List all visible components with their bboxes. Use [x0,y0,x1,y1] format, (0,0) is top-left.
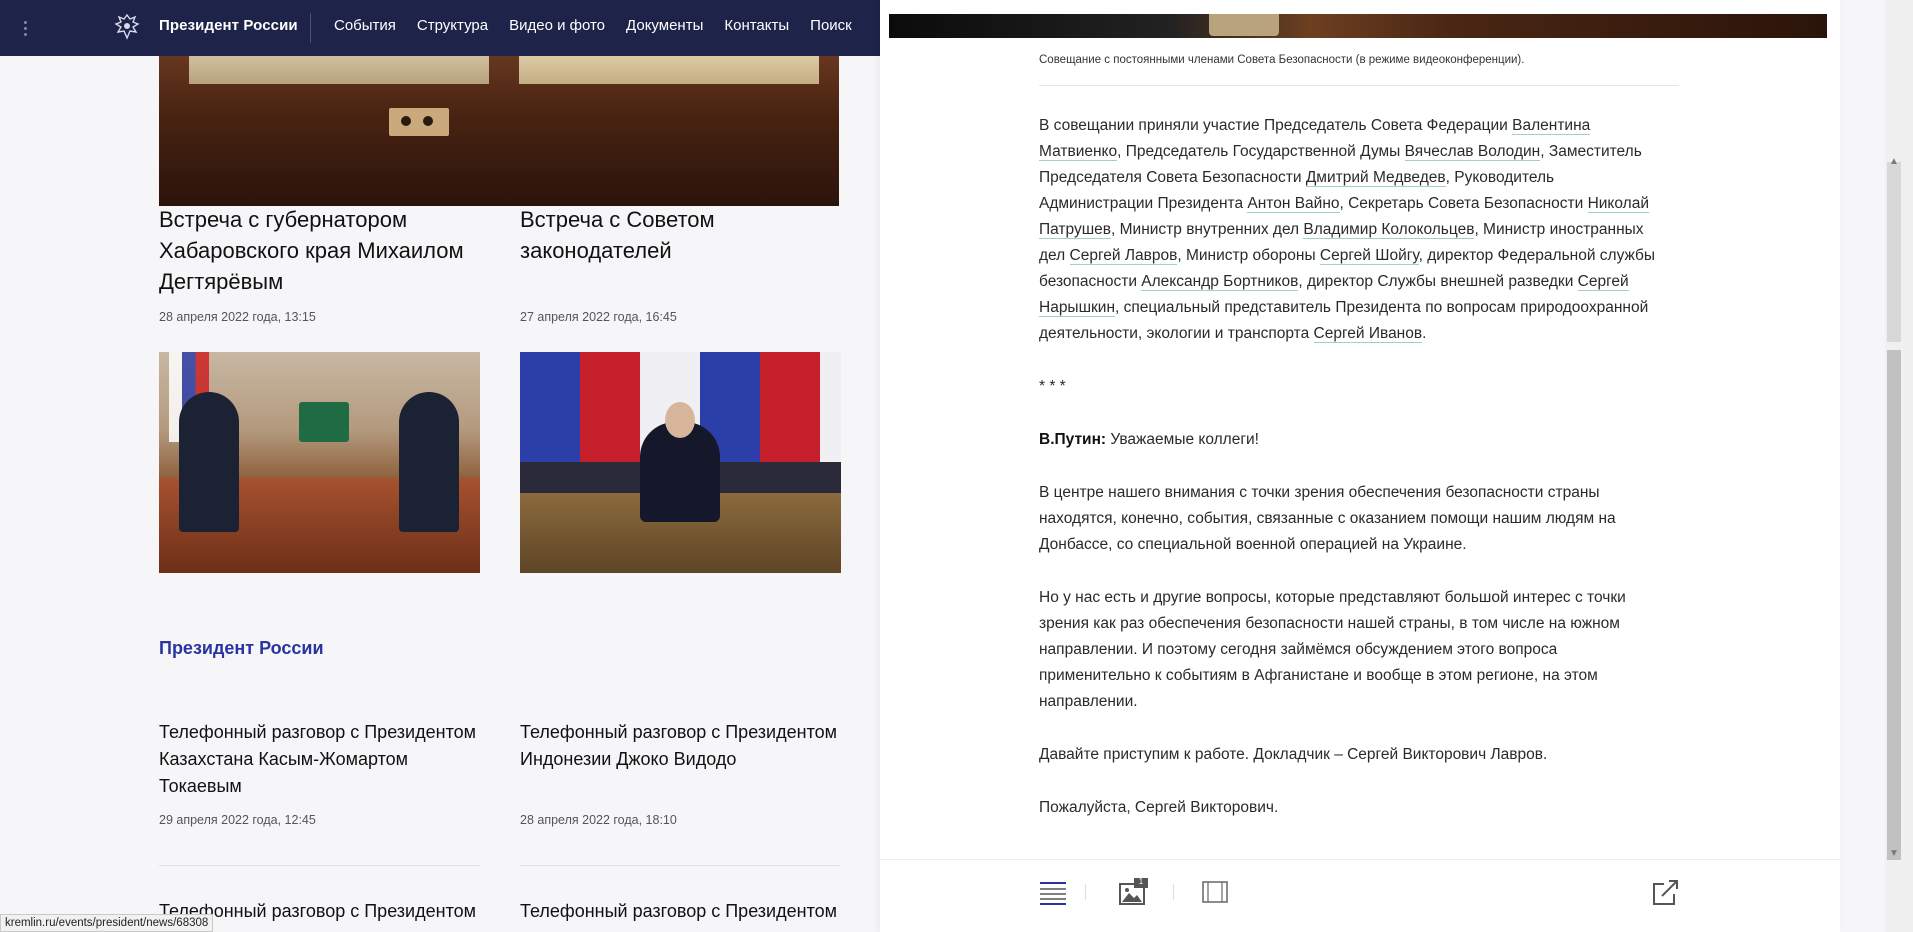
person-link[interactable]: Вячеслав Володин [1404,143,1541,161]
scroll-region [1887,162,1901,342]
text: , Министр внутренних дел [1111,221,1304,238]
scroll-down-icon[interactable]: ▼ [1888,848,1900,859]
divider [159,865,480,866]
person-link[interactable]: Сергей Иванов [1313,325,1423,343]
news-title-line: законодателей [520,238,672,263]
scroll-thumb[interactable] [1887,350,1901,860]
person-link[interactable]: Сергей Лавров [1069,247,1178,265]
image-detail [580,352,640,462]
text: В совещании приняли участие Председатель… [1039,117,1513,134]
news-thumbnail-1[interactable] [159,352,480,573]
news-title-line: Дегтярёвым [159,269,284,294]
image-detail [760,352,820,462]
left-column: Встреча с губернатором Хабаровского края… [0,56,880,932]
scrollbar[interactable]: ▲ ▼ [1885,0,1913,932]
menu-search[interactable]: Поиск [810,17,852,34]
speaker-name: В.Путин: [1039,431,1107,448]
news-date-1: 28 апреля 2022 года, 13:15 [159,310,316,324]
text: . [1422,325,1427,342]
text-view-icon[interactable] [1038,878,1068,906]
text: , Председатель Государственной Думы [1117,143,1405,160]
text: , директор Службы внешней разведки [1298,273,1578,290]
text: , Министр обороны [1177,247,1320,264]
news-title-line: Встреча с губернатором [159,207,408,232]
video-icon[interactable] [1200,878,1230,906]
speech-paragraph: Но у нас есть и другие вопросы, которые … [1039,589,1626,710]
image-detail [189,56,489,84]
image-detail [299,402,349,442]
person-link[interactable]: Антон Вайно [1247,195,1340,213]
speech-paragraph: Пожалуйста, Сергей Викторович. [1039,799,1279,816]
speech-paragraph: Давайте приступим к работе. Докладчик – … [1039,746,1548,763]
news-image-top[interactable] [159,56,839,206]
news-title-2[interactable]: Встреча с Советом законодателей [520,204,840,266]
menu-documents[interactable]: Документы [626,17,703,34]
speech-paragraph: В центре нашего внимания с точки зрения … [1039,484,1616,553]
phone-call-title-line: Казахстана Касым-Жомартом [159,749,409,769]
image-detail [519,56,819,84]
brand-link[interactable]: Президент России [159,17,298,34]
emblem-icon[interactable] [111,11,143,43]
phone-call-title-line: Телефонный разговор с Президентом [520,722,837,742]
image-detail [389,108,449,136]
toolbar-divider [1085,884,1086,900]
text: Уважаемые коллеги! [1106,431,1259,448]
news-title-1[interactable]: Встреча с губернатором Хабаровского края… [159,204,479,297]
section-title[interactable]: Президент России [159,638,324,659]
caption-divider [1039,85,1679,86]
phone-call-title-4[interactable]: Телефонный разговор с Президентом [520,898,840,925]
menu-video-photo[interactable]: Видео и фото [509,17,605,34]
phone-call-title-line: Токаевым [159,776,242,796]
news-thumbnail-2[interactable] [520,352,841,573]
text: , Секретарь Совета Безопасности [1339,195,1588,212]
nav-divider [310,13,311,43]
phone-call-title-line: Телефонный разговор с Президентом [520,901,837,921]
menu-dots-icon[interactable] [0,18,50,38]
scroll-up-icon[interactable]: ▲ [1888,156,1900,167]
separator-stars: * * * [1039,378,1066,395]
image-detail [399,392,459,532]
menu-structure[interactable]: Структура [417,17,488,34]
news-title-line: Встреча с Советом [520,207,715,232]
image-detail [179,392,239,532]
divider [520,865,840,866]
main-menu: События Структура Видео и фото Документы… [334,17,852,34]
person-link[interactable]: Дмитрий Медведев [1305,169,1446,187]
news-date-2: 27 апреля 2022 года, 16:45 [520,310,677,324]
top-nav: Президент России События Структура Видео… [0,0,880,56]
image-detail [820,352,841,462]
person-link[interactable]: Александр Бортников [1141,273,1299,291]
image-detail [665,402,695,438]
phone-call-date-1: 29 апреля 2022 года, 12:45 [159,813,316,827]
person-link[interactable]: Владимир Колокольцев [1303,221,1475,239]
speech-paragraph: В.Путин: Уважаемые коллеги! [1039,427,1664,453]
phone-call-title-1[interactable]: Телефонный разговор с Президентом Казахс… [159,719,479,800]
photo-caption: Совещание с постоянными членами Совета Б… [1039,54,1525,66]
share-icon[interactable] [1650,878,1680,906]
photo-count-badge: 1 [1138,877,1144,886]
toolbar-divider [1173,884,1174,900]
article-panel: Совещание с постоянными членами Совета Б… [880,0,1840,932]
menu-events[interactable]: События [334,17,396,34]
article-body: В совещании приняли участие Председатель… [1039,113,1664,848]
participants-paragraph: В совещании приняли участие Председатель… [1039,113,1664,347]
article-toolbar: 1 [880,859,1840,932]
image-detail [1209,14,1279,36]
person-link[interactable]: Сергей Шойгу [1319,247,1419,265]
phone-call-date-2: 28 апреля 2022 года, 18:10 [520,813,677,827]
image-detail [520,352,580,462]
phone-call-title-line: Индонезии Джоко Видодо [520,749,737,769]
phone-call-title-line: Телефонный разговор с Президентом [159,722,476,742]
article-photo[interactable] [889,14,1827,38]
news-title-line: Хабаровского края Михаилом [159,238,464,263]
phone-call-title-2[interactable]: Телефонный разговор с Президентом Индоне… [520,719,840,773]
menu-contacts[interactable]: Контакты [724,17,789,34]
status-bar-url: kremlin.ru/events/president/news/68308 [0,914,214,932]
